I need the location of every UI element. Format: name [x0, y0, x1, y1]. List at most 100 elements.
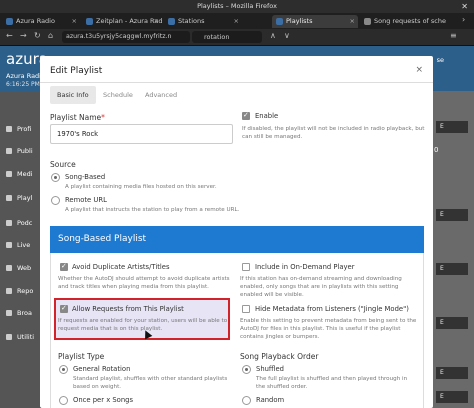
menu-icon[interactable]: ≡ — [450, 31, 457, 40]
url-text: azura.t3u5yrsjy5caggwl.myfritz.n — [66, 33, 172, 40]
sidebar: Profi Publi Medi Playl Podc Live Web Rep… — [0, 91, 40, 408]
sidebar-item-media[interactable]: Medi — [6, 170, 33, 178]
tab-favicon-icon — [86, 17, 93, 25]
tab-favicon-icon — [6, 17, 13, 25]
hide-metadata-label: Hide Metadata from Listeners ("Jingle Mo… — [255, 305, 409, 313]
tab-basic-info[interactable]: Basic Info — [50, 86, 96, 104]
modal-divider — [40, 82, 433, 83]
tab-close-icon[interactable]: × — [350, 15, 355, 28]
tab-label: Stations — [178, 17, 205, 25]
background-edit-button[interactable]: E — [436, 121, 468, 133]
hide-metadata-checkbox[interactable] — [242, 305, 250, 313]
station-name: Azura Radi — [6, 72, 41, 80]
on-demand-label: Include in On-Demand Player — [255, 263, 355, 271]
close-icon[interactable]: × — [415, 65, 423, 75]
playlist-name-input[interactable]: 1970's Rock — [50, 124, 233, 144]
background-edit-button[interactable]: E — [436, 391, 468, 403]
avoid-duplicates-label: Avoid Duplicate Artists/Titles — [72, 263, 170, 271]
tab-close-icon[interactable]: × — [234, 15, 239, 28]
allow-requests-label: Allow Requests from This Playlist — [72, 305, 184, 313]
avoid-duplicates-checkbox[interactable] — [60, 262, 68, 271]
window-title: Playlists – Mozilla Firefox — [197, 2, 277, 10]
tab-label: Azura Radio — [16, 17, 55, 25]
tab-schedule[interactable]: Schedule — [96, 86, 140, 104]
tab-list-chevron-icon[interactable]: › — [462, 15, 465, 24]
sidebar-item-label: Podc — [17, 219, 33, 227]
station-time: 6:16:25 PM — [6, 81, 40, 88]
edit-playlist-modal: Edit Playlist × Basic Info Schedule Adva… — [40, 56, 433, 408]
sidebar-item-live[interactable]: Live — [6, 241, 30, 249]
random-radio[interactable] — [242, 396, 251, 405]
sidebar-item-reports[interactable]: Repo — [6, 287, 33, 295]
shuffled-label: Shuffled — [256, 365, 284, 373]
find-next-icon[interactable]: ∨ — [284, 31, 290, 40]
allow-requests-checkbox[interactable] — [60, 304, 68, 313]
home-icon[interactable]: ⌂ — [48, 31, 53, 40]
tab-label: Song requests of sche — [374, 17, 446, 25]
forward-icon[interactable]: → — [20, 31, 27, 40]
general-rotation-help: Standard playlist, shuffles with other s… — [73, 376, 228, 390]
header-link[interactable]: se — [437, 56, 444, 64]
shuffled-radio[interactable] — [242, 365, 251, 374]
playlist-name-label: Playlist Name* — [50, 113, 105, 122]
tab-favicon-icon — [276, 17, 283, 25]
window-close-icon[interactable]: ✕ — [461, 0, 468, 13]
find-previous-icon[interactable]: ∧ — [270, 31, 276, 40]
sidebar-item-playlists[interactable]: Playl — [6, 194, 32, 202]
sidebar-item-label: Broa — [17, 309, 32, 317]
background-edit-button[interactable]: E — [436, 317, 468, 329]
sidebar-item-podcasts[interactable]: Podc — [6, 219, 32, 227]
find-bar[interactable]: rotation — [192, 31, 262, 43]
tab-close-icon[interactable]: × — [72, 15, 77, 28]
tab-advanced[interactable]: Advanced — [138, 86, 184, 104]
browser-tab-song-requests[interactable]: Song requests of sche — [360, 15, 460, 28]
tab-label: Zeitplan - Azura Radio — [96, 17, 162, 25]
source-remote-url-label: Remote URL — [65, 196, 107, 204]
song-based-panel-title: Song-Based Playlist — [50, 226, 424, 253]
media-icon — [6, 171, 12, 177]
tab-favicon-icon — [364, 17, 371, 25]
source-remote-url-radio[interactable] — [51, 196, 60, 205]
browser-tab-playlists[interactable]: Playlists × — [272, 15, 358, 28]
browser-tab-azura-radio[interactable]: Azura Radio × — [2, 15, 80, 28]
browser-tab-stations[interactable]: Stations × — [164, 15, 242, 28]
podcasts-icon — [6, 220, 12, 226]
shuffled-help: The full playlist is shuffled and then p… — [256, 376, 408, 390]
source-song-based-help: A playlist containing media files hosted… — [65, 184, 217, 190]
browser-navbar: ← → ↻ ⌂ azura.t3u5yrsjy5caggwl.myfritz.n… — [0, 29, 474, 46]
browser-tab-zeitplan[interactable]: Zeitplan - Azura Radio × — [82, 15, 162, 28]
background-edit-button[interactable]: E — [436, 209, 468, 221]
sidebar-item-utilities[interactable]: Utiliti — [6, 333, 34, 341]
url-bar[interactable]: azura.t3u5yrsjy5caggwl.myfritz.n — [62, 31, 190, 43]
back-icon[interactable]: ← — [6, 31, 13, 40]
on-demand-checkbox[interactable] — [242, 263, 250, 271]
background-edit-button[interactable]: E — [436, 367, 468, 379]
sidebar-item-label: Publi — [17, 147, 33, 155]
playlist-type-label: Playlist Type — [58, 352, 105, 361]
general-rotation-radio[interactable] — [59, 365, 68, 374]
playlist-name-label-text: Playlist Name — [50, 113, 102, 122]
once-per-x-songs-radio[interactable] — [59, 396, 68, 405]
enable-label: Enable — [255, 112, 279, 120]
sidebar-item-web[interactable]: Web — [6, 264, 31, 272]
enable-help: If disabled, the playlist will not be in… — [242, 126, 425, 140]
hide-metadata-help: Enable this setting to prevent metadata … — [240, 318, 417, 340]
sidebar-item-public[interactable]: Publi — [6, 147, 33, 155]
broadcasting-icon — [6, 310, 12, 316]
source-remote-url-help: A playlist that instructs the station to… — [65, 207, 240, 213]
source-song-based-radio[interactable] — [51, 173, 60, 182]
enable-checkbox[interactable] — [242, 111, 250, 120]
background-edit-button[interactable]: E — [436, 263, 468, 275]
background-number: 0 — [434, 146, 439, 154]
utilities-icon — [6, 334, 12, 340]
sidebar-item-profile[interactable]: Profi — [6, 125, 31, 133]
playlists-icon — [6, 195, 12, 201]
sidebar-item-broadcasting[interactable]: Broa — [6, 309, 32, 317]
tab-close-icon[interactable]: × — [154, 15, 159, 28]
general-rotation-label: General Rotation — [73, 365, 131, 373]
background-right-column: 0 E E E E E E — [430, 91, 474, 408]
profile-icon — [6, 126, 12, 132]
reload-icon[interactable]: ↻ — [34, 31, 41, 40]
source-song-based-label: Song-Based — [65, 173, 106, 181]
public-icon — [6, 148, 12, 154]
